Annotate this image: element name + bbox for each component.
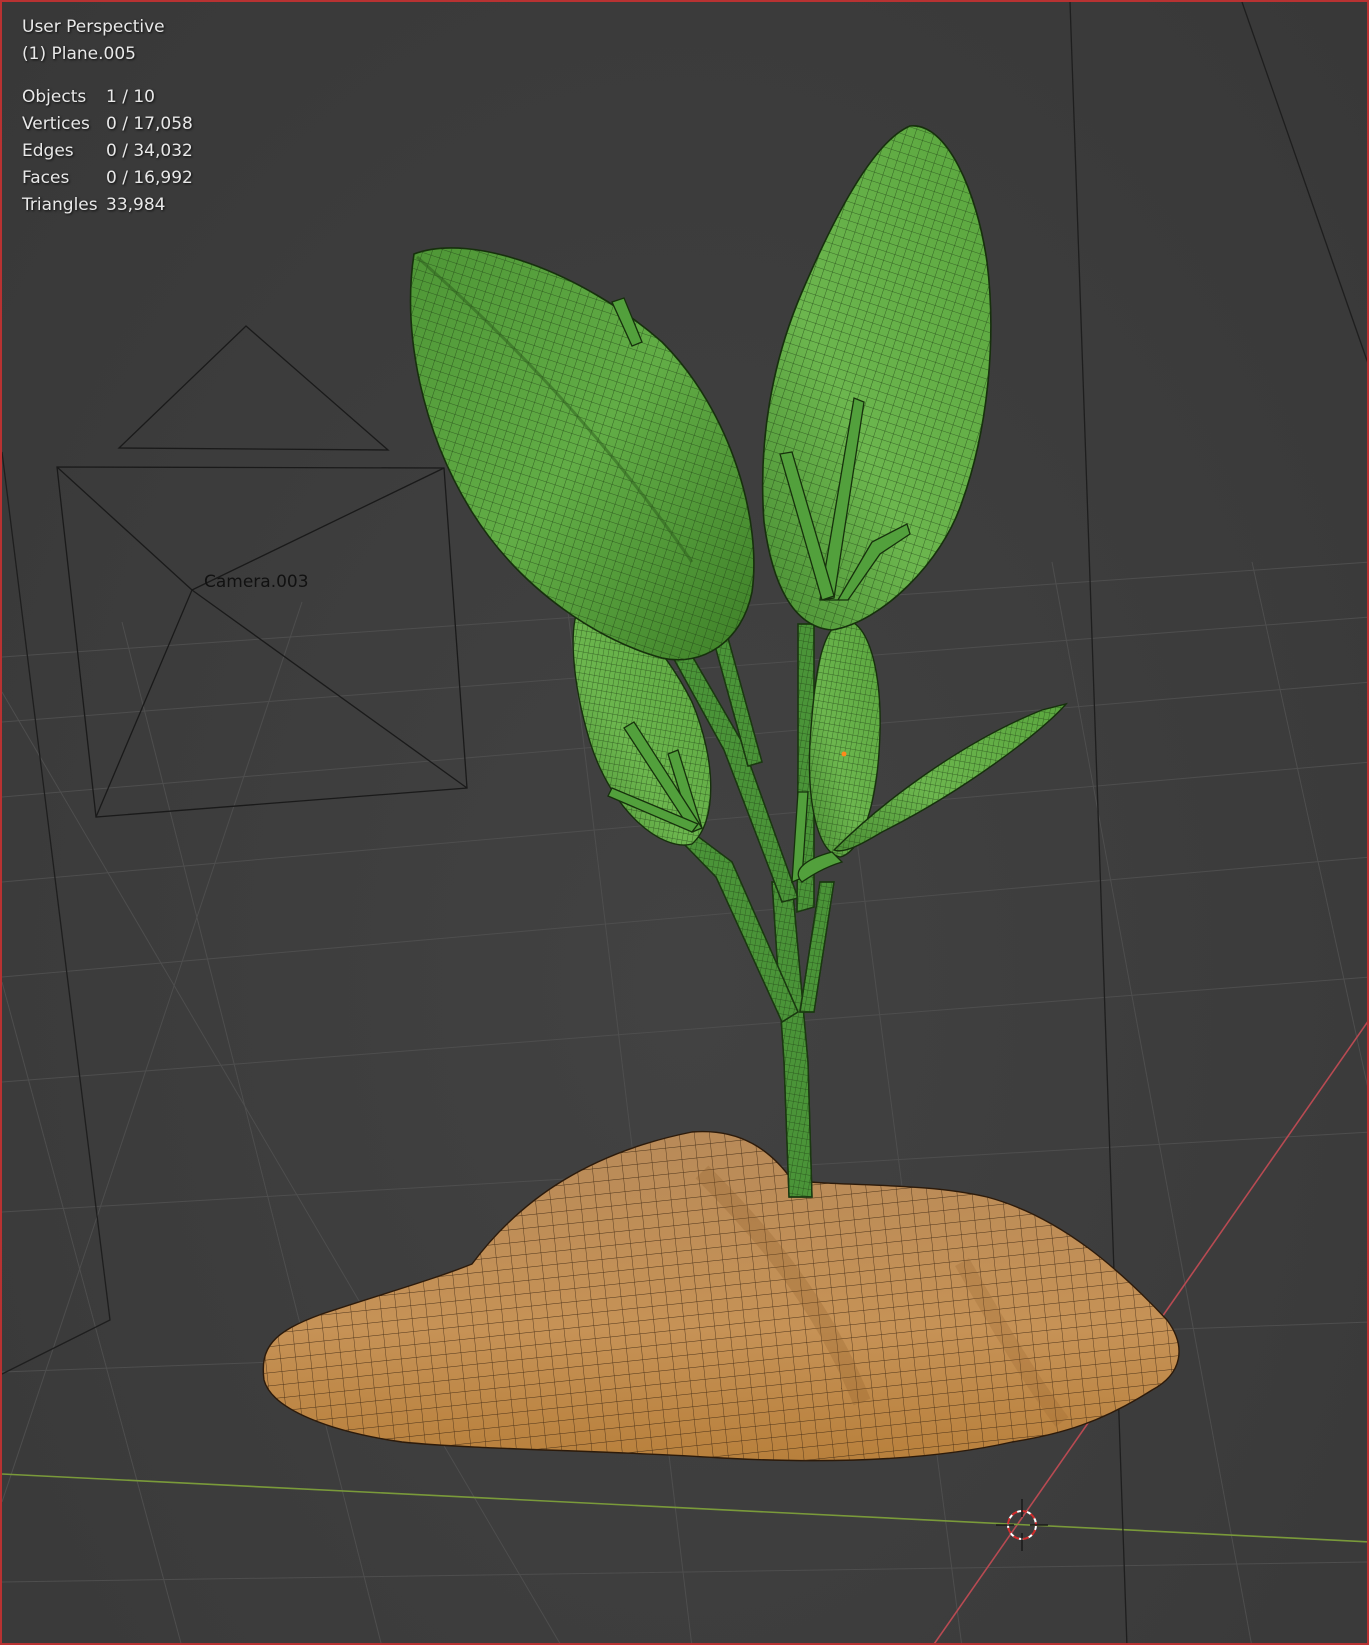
viewport-info-overlay: User Perspective (1) Plane.005 Objects 1… — [22, 14, 193, 219]
stat-label: Objects — [22, 87, 87, 107]
stat-row-objects: Objects 1 / 10 — [22, 84, 193, 111]
camera-label: Camera.003 — [204, 572, 309, 592]
stat-value: 1 / 10 — [106, 87, 155, 107]
y-axis-line — [2, 1473, 1367, 1543]
stat-value: 0 / 17,058 — [106, 114, 193, 134]
3d-viewport[interactable]: Camera.003 User Perspective (1) Plane.00… — [0, 0, 1369, 1645]
stat-label: Faces — [22, 168, 70, 188]
stat-label: Triangles — [22, 195, 98, 215]
stat-value: 0 / 34,032 — [106, 141, 193, 161]
soil-mound[interactable] — [262, 1130, 1180, 1462]
active-object-name: (1) Plane.005 — [22, 44, 136, 64]
stat-label: Edges — [22, 141, 74, 161]
overlay-spacer — [22, 68, 193, 84]
stat-label: Vertices — [22, 114, 90, 134]
stat-value: 0 / 16,992 — [106, 168, 193, 188]
stat-row-vertices: Vertices 0 / 17,058 — [22, 111, 193, 138]
stat-value: 33,984 — [106, 195, 166, 215]
leaf-large-left[interactable] — [409, 247, 755, 661]
view-name: User Perspective — [22, 17, 165, 37]
stat-row-edges: Edges 0 / 34,032 — [22, 138, 193, 165]
object-origin-dot — [841, 751, 847, 757]
stat-row-triangles: Triangles 33,984 — [22, 192, 193, 219]
scene-canvas[interactable] — [2, 2, 1369, 1645]
stat-row-faces: Faces 0 / 16,992 — [22, 165, 193, 192]
